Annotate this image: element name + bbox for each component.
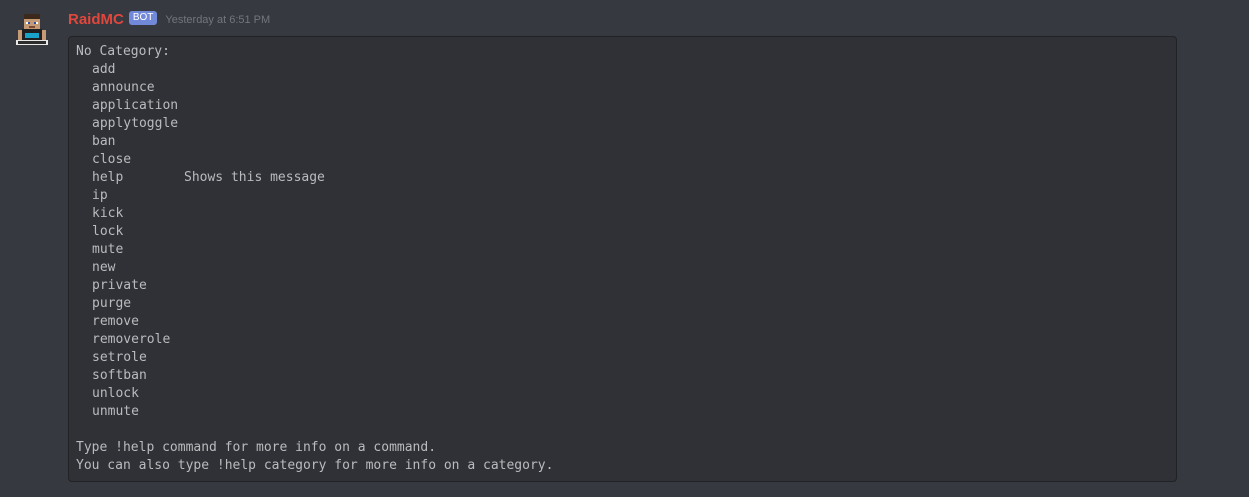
command-name: purge bbox=[92, 296, 132, 311]
command-name: application bbox=[92, 98, 179, 113]
minecraft-skin-avatar-icon[interactable] bbox=[14, 12, 50, 48]
command-name: removerole bbox=[92, 332, 171, 347]
command-name: unmute bbox=[92, 404, 139, 419]
help-code-block: No Category: add announce application apply… bbox=[68, 36, 1177, 482]
command-name: add bbox=[92, 62, 116, 77]
command-name: private bbox=[92, 278, 147, 293]
command-name: ip bbox=[92, 188, 108, 203]
message-timestamp[interactable]: Yesterday at 6:51 PM bbox=[165, 14, 270, 26]
footer-line-2: You can also type !help category for mor… bbox=[76, 458, 554, 473]
command-name: softban bbox=[92, 368, 147, 383]
command-row: setrole bbox=[76, 349, 1169, 367]
message-header: RaidMC BOT Yesterday at 6:51 PM bbox=[68, 9, 270, 29]
category-heading: No Category: bbox=[76, 44, 170, 59]
command-row: softban bbox=[76, 367, 1169, 385]
command-name: ban bbox=[92, 134, 116, 149]
command-row: purge bbox=[76, 295, 1169, 313]
command-name: new bbox=[92, 260, 116, 275]
command-row: applytoggle bbox=[76, 115, 1169, 133]
command-row: removerole bbox=[76, 331, 1169, 349]
command-row: close bbox=[76, 151, 1169, 169]
chat-message: RaidMC BOT Yesterday at 6:51 PM No Categ… bbox=[0, 0, 1249, 497]
command-list: add announce application applytoggle ban clos… bbox=[76, 61, 1169, 421]
command-row: unmute bbox=[76, 403, 1169, 421]
command-row: application bbox=[76, 97, 1169, 115]
command-row: new bbox=[76, 259, 1169, 277]
footer-line-1: Type !help command for more info on a co… bbox=[76, 440, 437, 455]
command-name: announce bbox=[92, 80, 155, 95]
command-description: Shows this message bbox=[184, 170, 325, 185]
command-row: add bbox=[76, 61, 1169, 79]
command-name: remove bbox=[92, 314, 139, 329]
command-row: ban bbox=[76, 133, 1169, 151]
command-name: mute bbox=[92, 242, 124, 257]
command-name: unlock bbox=[92, 386, 139, 401]
command-row: announce bbox=[76, 79, 1169, 97]
command-row: private bbox=[76, 277, 1169, 295]
command-row: lock bbox=[76, 223, 1169, 241]
command-row: ip bbox=[76, 187, 1169, 205]
command-name: help bbox=[92, 170, 124, 185]
command-name: kick bbox=[92, 206, 124, 221]
bot-badge: BOT bbox=[128, 11, 158, 25]
command-name: lock bbox=[92, 224, 124, 239]
command-row: remove bbox=[76, 313, 1169, 331]
command-name: applytoggle bbox=[92, 116, 179, 131]
command-row: unlock bbox=[76, 385, 1169, 403]
command-row: kick bbox=[76, 205, 1169, 223]
command-name: setrole bbox=[92, 350, 147, 365]
author-username[interactable]: RaidMC bbox=[68, 11, 124, 28]
command-name: close bbox=[92, 152, 132, 167]
command-row: mute bbox=[76, 241, 1169, 259]
command-row: help Shows this message bbox=[76, 169, 1169, 187]
